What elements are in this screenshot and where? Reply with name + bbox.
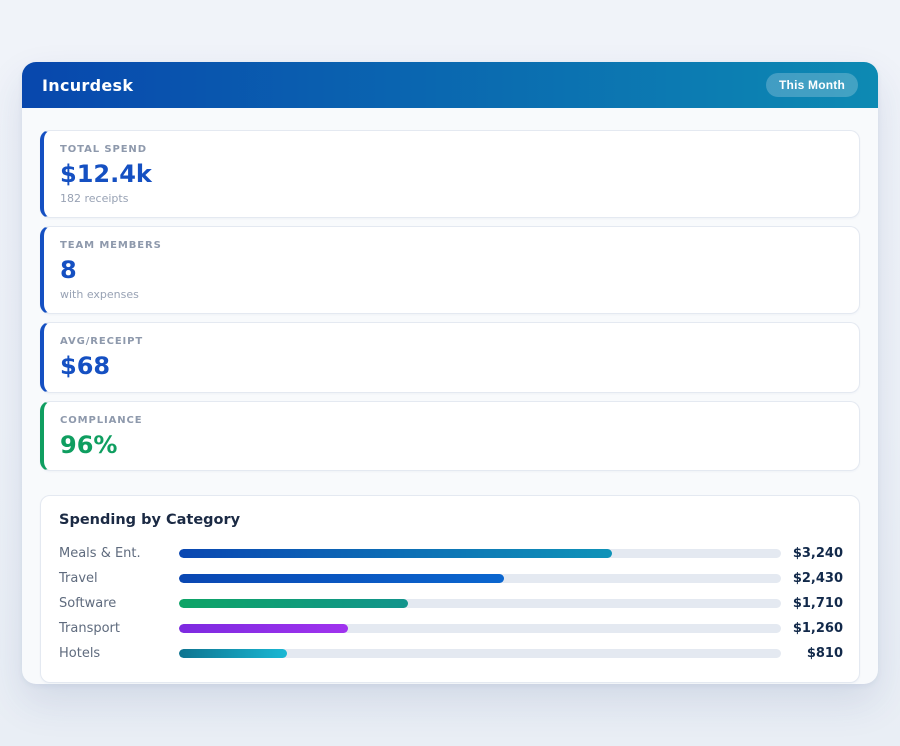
category-value: $1,710 <box>781 596 843 611</box>
stat-card-total-spend: TOTAL SPEND $12.4k 182 receipts <box>40 130 860 218</box>
category-label: Meals & Ent. <box>59 546 179 561</box>
category-label: Transport <box>59 621 179 636</box>
stat-label: COMPLIANCE <box>60 415 843 426</box>
stat-card-compliance: COMPLIANCE 96% <box>40 401 860 471</box>
category-label: Software <box>59 596 179 611</box>
period-badge[interactable]: This Month <box>766 73 858 97</box>
bar-software <box>179 599 408 608</box>
bar-track <box>179 624 781 633</box>
category-value: $1,260 <box>781 621 843 636</box>
app-header: Incurdesk This Month <box>22 62 878 108</box>
chart-row-software: Software $1,710 <box>59 591 843 616</box>
dashboard-card: Incurdesk This Month TOTAL SPEND $12.4k … <box>22 62 878 684</box>
chart-title: Spending by Category <box>59 512 843 528</box>
stat-subtext: with expenses <box>60 288 843 301</box>
category-value: $3,240 <box>781 546 843 561</box>
stat-value: $12.4k <box>60 162 843 187</box>
category-value: $810 <box>781 646 843 661</box>
stat-value: 8 <box>60 258 843 283</box>
category-label: Travel <box>59 571 179 586</box>
stat-value: 96% <box>60 433 843 458</box>
chart-row-meals: Meals & Ent. $3,240 <box>59 541 843 566</box>
stat-card-team-members: TEAM MEMBERS 8 with expenses <box>40 226 860 314</box>
spending-by-category-chart: Spending by Category Meals & Ent. $3,240… <box>40 495 860 683</box>
stat-label: AVG/RECEIPT <box>60 336 843 347</box>
bar-track <box>179 649 781 658</box>
app-body: TOTAL SPEND $12.4k 182 receipts TEAM MEM… <box>22 108 878 683</box>
stat-label: TEAM MEMBERS <box>60 240 843 251</box>
bar-travel <box>179 574 504 583</box>
category-label: Hotels <box>59 646 179 661</box>
stat-label: TOTAL SPEND <box>60 144 843 155</box>
chart-row-hotels: Hotels $810 <box>59 641 843 666</box>
chart-row-transport: Transport $1,260 <box>59 616 843 641</box>
chart-row-travel: Travel $2,430 <box>59 566 843 591</box>
bar-track <box>179 549 781 558</box>
bar-transport <box>179 624 348 633</box>
bar-track <box>179 599 781 608</box>
bar-meals <box>179 549 612 558</box>
bar-hotels <box>179 649 287 658</box>
stat-card-avg-receipt: AVG/RECEIPT $68 <box>40 322 860 392</box>
category-value: $2,430 <box>781 571 843 586</box>
stat-subtext: 182 receipts <box>60 192 843 205</box>
app-title: Incurdesk <box>42 76 133 95</box>
stat-value: $68 <box>60 354 843 379</box>
bar-track <box>179 574 781 583</box>
